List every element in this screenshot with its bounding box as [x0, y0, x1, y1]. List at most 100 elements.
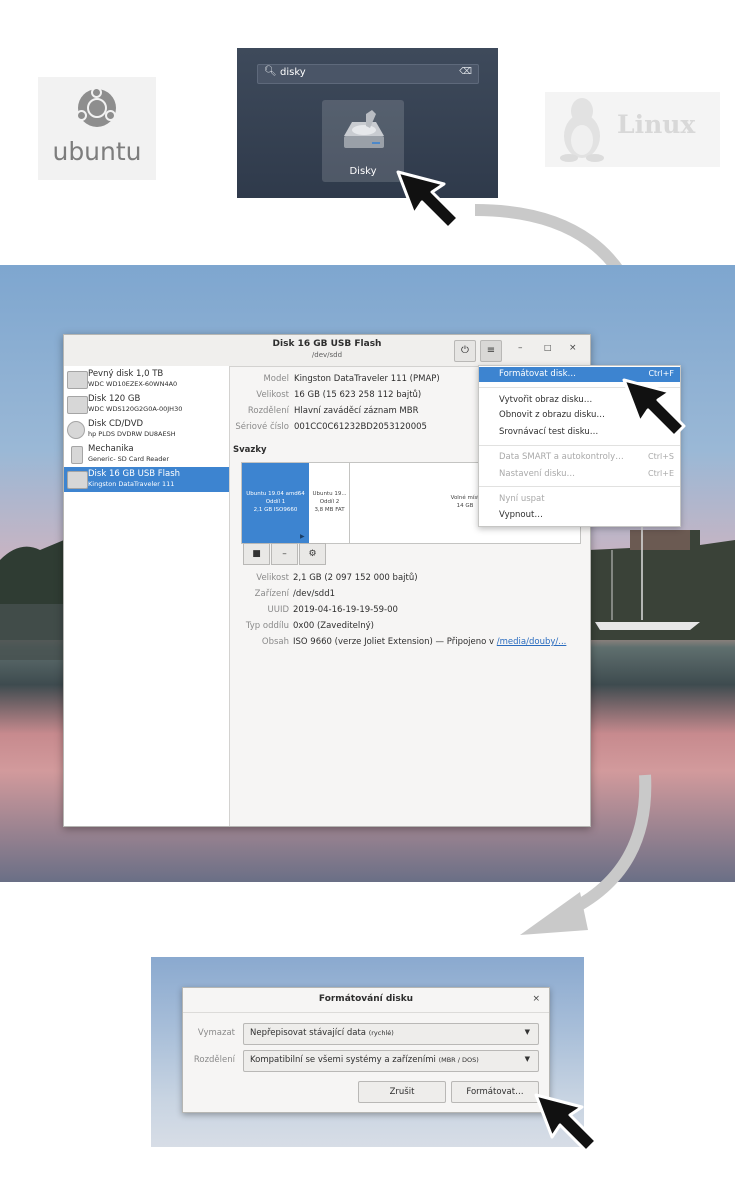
volume-name: Ubuntu 19.04 amd64 — [246, 491, 305, 497]
linux-logo-text: Linux — [617, 110, 696, 139]
menu-button[interactable]: ≡ — [480, 340, 502, 362]
menu-item-power-off[interactable]: Vypnout… — [479, 508, 680, 523]
partition-type-value: 0x00 (Zaveditelný) — [293, 621, 374, 631]
menu-separator — [479, 486, 680, 487]
menu-item-label: Formátovat disk… — [499, 369, 577, 379]
linux-logo: Linux — [545, 92, 720, 167]
format-disk-dialog: Formátování disku × Vymazat Nepřepisovat… — [182, 987, 550, 1113]
gears-icon: ⚙ — [308, 549, 317, 559]
menu-item-label: Nastavení disku… — [499, 469, 575, 479]
menu-item-label: Data SMART a autokontroly… — [499, 452, 624, 462]
menu-item-label: Srovnávací test disku… — [499, 427, 599, 437]
contents-text: ISO 9660 (verze Joliet Extension) — Přip… — [293, 637, 495, 647]
stop-button[interactable]: ■ — [243, 543, 270, 565]
disk-name: Pevný disk 1,0 TB — [88, 369, 164, 379]
menu-separator — [479, 445, 680, 446]
close-button[interactable]: × — [569, 343, 577, 353]
menu-item-disk-settings[interactable]: Nastavení disku… Ctrl+E — [479, 467, 680, 482]
disk-list: Pevný disk 1,0 TB WDC WD10EZEX-60WN4A0 D… — [64, 366, 230, 826]
disk-item-usb-flash[interactable]: Disk 16 GB USB Flash Kingston DataTravel… — [64, 467, 229, 492]
disks-app-label: Disky — [349, 166, 377, 177]
size-label: Velikost — [256, 390, 289, 400]
disk-model: Generic- SD Card Reader — [88, 455, 170, 463]
power-icon: ⏻ — [461, 345, 469, 356]
volume-name: Ubuntu 19... — [312, 491, 347, 497]
menu-item-smart[interactable]: Data SMART a autokontroly… Ctrl+S — [479, 450, 680, 465]
volumes-heading: Svazky — [233, 445, 267, 455]
dialog-close-button[interactable]: × — [532, 994, 540, 1004]
volume-partition-2[interactable]: Ubuntu 19... Oddíl 2 3,8 MB FAT — [310, 463, 350, 543]
contents-label: Obsah — [261, 637, 289, 647]
format-button[interactable]: Formátovat… — [451, 1081, 539, 1103]
uuid-value: 2019-04-16-19-19-59-00 — [293, 605, 398, 615]
model-label: Model — [263, 374, 289, 384]
mount-point-link[interactable]: /media/douby/... — [497, 637, 567, 647]
uuid-label: UUID — [267, 605, 290, 615]
menu-item-label: Vypnout… — [499, 510, 543, 520]
menu-item-shortcut: Ctrl+F — [648, 369, 674, 378]
dialog-title: Formátování disku — [318, 994, 414, 1004]
partitioning-select[interactable]: Kompatibilní se všemi systémy a zařízení… — [243, 1050, 539, 1072]
menu-item-shortcut: Ctrl+E — [648, 469, 674, 478]
clear-icon[interactable]: ⌫ — [459, 67, 472, 77]
contents-value: ISO 9660 (verze Joliet Extension) — Přip… — [293, 637, 566, 647]
usb-drive-icon — [67, 471, 88, 489]
search-input[interactable]: 🔍︎ disky ⌫ — [257, 64, 479, 84]
menu-item-label: Nyní uspat — [499, 494, 545, 504]
window-subtitle: /dev/sdd — [311, 351, 343, 359]
minimize-button[interactable]: – — [518, 343, 523, 353]
hard-disk-icon — [67, 371, 88, 389]
size-value: 16 GB (15 623 258 112 bajtů) — [294, 390, 422, 400]
disk-name: Disk CD/DVD — [88, 419, 144, 429]
device-label: Zařízení — [254, 589, 289, 599]
ubuntu-logo: ubuntu — [38, 77, 156, 180]
device-value: /dev/sdd1 — [293, 589, 336, 599]
menu-item-label: Obnovit z obrazu disku… — [499, 410, 605, 420]
cancel-button[interactable]: Zrušit — [358, 1081, 446, 1103]
cursor-arrow-icon — [534, 1093, 598, 1153]
search-value: disky — [280, 67, 306, 78]
disk-item-cd-dvd[interactable]: Disk CD/DVD hp PLDS DVDRW DU8AESH — [64, 417, 229, 442]
menu-item-label: Vytvořit obraz disku… — [499, 395, 593, 405]
cursor-arrow-icon — [622, 378, 686, 438]
disk-model: WDC WDS120G2G0A-00JH30 — [88, 405, 183, 413]
menu-item-sleep[interactable]: Nyní uspat — [479, 492, 680, 507]
maximize-button[interactable]: □ — [544, 343, 552, 352]
partitioning-select-value: Kompatibilní se všemi systémy a zařízení… — [250, 1055, 479, 1065]
cursor-arrow-icon — [396, 170, 460, 230]
window-titlebar[interactable]: Disk 16 GB USB Flash /dev/sdd ⏻ ≡ – □ × — [64, 335, 590, 367]
serial-value: 001CC0C61232BD2053120005 — [294, 422, 427, 432]
delete-partition-button[interactable]: – — [271, 543, 298, 565]
erase-select[interactable]: Nepřepisovat stávající data (rychlé) ▼ — [243, 1023, 539, 1045]
power-button[interactable]: ⏻ — [454, 340, 476, 362]
disk-name: Mechanika — [88, 444, 134, 454]
disk-item-ssd[interactable]: Disk 120 GB WDC WDS120G2G0A-00JH30 — [64, 392, 229, 417]
optical-disc-icon — [67, 421, 85, 439]
volume-partition: Oddíl 1 — [265, 499, 286, 505]
disks-app-icon — [344, 110, 384, 148]
disks-app-tile[interactable]: Disky — [322, 100, 404, 182]
disk-model: WDC WD10EZEX-60WN4A0 — [88, 380, 178, 388]
dialog-header-separator — [183, 1012, 549, 1013]
window-title: Disk 16 GB USB Flash — [272, 339, 382, 349]
partition-type-label: Typ oddílu — [245, 621, 289, 631]
disk-model: hp PLDS DVDRW DU8AESH — [88, 430, 176, 438]
volume-partition-1[interactable]: Ubuntu 19.04 amd64 Oddíl 1 2,1 GB ISO966… — [242, 463, 309, 543]
ubuntu-circle-icon — [76, 87, 116, 127]
shoreline-illustration — [0, 265, 735, 345]
disk-item-hdd[interactable]: Pevný disk 1,0 TB WDC WD10EZEX-60WN4A0 — [64, 367, 229, 392]
partitioning-value: Hlavní zaváděcí záznam MBR — [294, 406, 419, 416]
card-reader-icon — [71, 446, 83, 464]
chevron-down-icon: ▼ — [524, 1055, 530, 1063]
disk-model: Kingston DataTraveler 111 — [88, 480, 175, 488]
settings-button[interactable]: ⚙ — [299, 543, 326, 565]
tux-icon — [560, 98, 604, 162]
volume-size-label: Velikost — [256, 573, 289, 583]
volume-partition: Oddíl 2 — [319, 499, 340, 505]
volume-size-value: 2,1 GB (2 097 152 000 bajtů) — [293, 573, 418, 583]
disk-name: Disk 120 GB — [88, 394, 141, 404]
model-value: Kingston DataTraveler 111 (PMAP) — [294, 374, 440, 384]
minus-icon: – — [282, 549, 287, 559]
volume-toolbar: ■ – ⚙ — [243, 543, 326, 565]
disk-item-card-reader[interactable]: Mechanika Generic- SD Card Reader — [64, 442, 229, 467]
